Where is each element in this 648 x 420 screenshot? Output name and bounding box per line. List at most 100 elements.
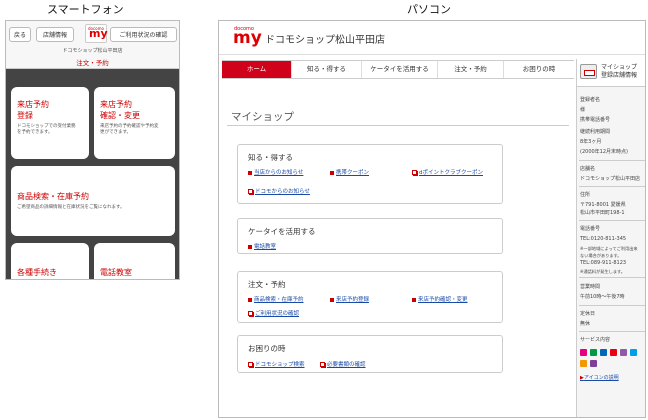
divider	[579, 220, 645, 221]
field-label: 電話番号	[580, 226, 601, 232]
service-icon	[580, 349, 587, 356]
external-window-icon	[248, 189, 253, 194]
card-title-line1: 電話教室	[100, 268, 132, 277]
tab-utilize[interactable]: ケータイを活用する	[362, 61, 438, 78]
section-heading: 知る・得する	[248, 153, 293, 162]
card-title-line1: 来店予約	[17, 100, 49, 109]
section-utilize: ケータイを活用する 電話教室	[237, 218, 503, 254]
field-value: 午前10時～午後7時	[580, 294, 625, 300]
card-desc-line2: を予約できます。	[17, 130, 53, 135]
sidebar-title-line2: 登録店舗情報	[601, 72, 638, 79]
card-title-line1: 来店予約	[100, 100, 132, 109]
link-visit-confirm[interactable]: 来店予約確認・変更	[412, 295, 468, 303]
card-title-line2: 確認・変更	[100, 111, 140, 120]
link-usage-status[interactable]: ご利用状況の確認	[248, 309, 299, 317]
link-required-docs[interactable]: 必要書類の確認	[320, 360, 366, 368]
link-coupon[interactable]: 携帯クーポン	[330, 168, 369, 176]
section-know: 知る・得する 当店からのお知らせ 携帯クーポン dポイントクラブクーポン ドコモ…	[237, 144, 503, 204]
card-procedures[interactable]: 各種手続き	[11, 243, 89, 279]
arrow-icon	[330, 170, 334, 175]
field-label: 継続利用期間	[580, 129, 611, 135]
arrow-icon	[412, 297, 416, 302]
service-icon	[630, 349, 637, 356]
field-value: TEL:0120-811-345	[580, 236, 627, 242]
field-label: 営業時間	[580, 284, 601, 290]
link-shop-search[interactable]: ドコモショップ検索	[248, 360, 305, 368]
section-order: 注文・予約 商品検索・在庫予約 来店予約登録 来店予約確認・変更 ご利用状況の確…	[237, 271, 503, 323]
divider	[579, 160, 645, 161]
phone-mockup: 戻る 店舗情報 docomo my ご利用状況の確認 ドコモショップ松山平田店 …	[5, 20, 180, 280]
tab-home[interactable]: ホーム	[222, 61, 292, 78]
service-icons-row	[580, 349, 645, 357]
divider	[579, 331, 645, 332]
phone-order-label: 注文・予約	[76, 59, 109, 67]
link-dpoint-coupon[interactable]: dポイントクラブクーポン	[412, 168, 483, 176]
my-docomo-logo[interactable]: docomo my	[233, 26, 262, 50]
card-desc-line1: ご希望商品の詳細情報と在庫状況をご覧になれます。	[17, 205, 125, 210]
section-help: お困りの時 ドコモショップ検索 必要書類の確認	[237, 335, 503, 373]
field-value: 〒791-8001 愛媛県	[580, 202, 626, 208]
pc-shop-title: ドコモショップ松山平田店	[265, 35, 385, 46]
tab-order[interactable]: 注文・予約	[438, 61, 504, 78]
service-icon	[580, 360, 587, 367]
divider	[227, 125, 569, 126]
link-store-news[interactable]: 当店からのお知らせ	[248, 168, 303, 176]
my-docomo-logo[interactable]: docomo my	[85, 24, 108, 43]
icon-legend-link[interactable]: ▶アイコンの説明	[580, 375, 619, 382]
service-icon	[620, 349, 627, 356]
shop-icon	[580, 64, 597, 79]
service-icon	[590, 349, 597, 356]
card-visit-confirm[interactable]: 来店予約 確認・変更 来店予約の予約確認や予約変 更ができます。	[94, 87, 175, 159]
divider	[579, 186, 645, 187]
card-title-line1: 商品検索・在庫予約	[17, 192, 89, 201]
pc-mockup: docomo my ドコモショップ松山平田店 ホーム 知る・得する ケータイを活…	[218, 20, 646, 418]
service-icons-row	[580, 360, 645, 368]
phone-shop-name: ドコモショップ松山平田店	[62, 48, 123, 54]
arrow-icon	[248, 170, 252, 175]
phone-caption: スマートフォン	[47, 3, 124, 16]
link-docomo-news[interactable]: ドコモからのお知らせ	[248, 187, 310, 195]
field-label: 住所	[580, 192, 591, 198]
field-note: ※通話料が発生します。	[580, 269, 625, 274]
field-label: サービス内容	[580, 337, 611, 343]
link-phone-class[interactable]: 電話教室	[248, 242, 276, 250]
section-heading: ケータイを活用する	[248, 227, 316, 236]
arrow-icon	[248, 244, 252, 249]
field-value: (2000年12月末時点)	[580, 149, 628, 155]
arrow-icon	[248, 297, 252, 302]
back-button[interactable]: 戻る	[9, 27, 31, 42]
external-window-icon	[248, 311, 253, 316]
field-value: ドコモショップ松山平田店	[580, 176, 641, 182]
pc-caption: パソコン	[407, 3, 451, 16]
field-value: 松山市平田町198-1	[580, 210, 625, 216]
service-icon	[600, 349, 607, 356]
link-visit-reservation[interactable]: 来店予約登録	[330, 295, 369, 303]
usage-status-button[interactable]: ご利用状況の確認	[110, 27, 177, 42]
external-window-icon	[248, 362, 253, 367]
card-visit-reservation[interactable]: 来店予約 登録 ドコモショップでの受付業務 を予約できます。	[11, 87, 89, 159]
pc-header: docomo my ドコモショップ松山平田店	[219, 21, 645, 55]
field-value: 様	[580, 107, 586, 113]
service-icon	[590, 360, 597, 367]
field-value: 無休	[580, 321, 591, 327]
field-label: 登録者名	[580, 97, 601, 103]
link-product-search[interactable]: 商品検索・在庫予約	[248, 295, 304, 303]
registered-shop-sidebar: マイショップ 登録店舗情報 登録者名 様 携帯電話番号 継続利用期間 8年3ヶ月…	[576, 59, 645, 417]
arrow-icon	[330, 297, 334, 302]
card-desc-line2: 更ができます。	[100, 130, 132, 135]
card-phone-class[interactable]: 電話教室	[94, 243, 175, 279]
external-window-icon	[320, 362, 325, 367]
logo-big-text: my	[233, 28, 262, 48]
page-title: マイショップ	[231, 111, 294, 123]
card-product-search[interactable]: 商品検索・在庫予約 ご希望商品の詳細情報と在庫状況をご覧になれます。	[11, 166, 175, 236]
field-note: ない場合があります。	[580, 253, 622, 258]
external-window-icon	[412, 170, 417, 175]
field-label: 定休日	[580, 311, 596, 317]
sidebar-title-line1: マイショップ	[601, 64, 638, 71]
store-info-button[interactable]: 店舗情報	[36, 27, 74, 42]
section-heading: お困りの時	[248, 344, 286, 353]
service-icon	[610, 349, 617, 356]
section-heading: 注文・予約	[248, 280, 286, 289]
tab-help[interactable]: お困りの時	[504, 61, 574, 78]
tab-know[interactable]: 知る・得する	[292, 61, 362, 78]
